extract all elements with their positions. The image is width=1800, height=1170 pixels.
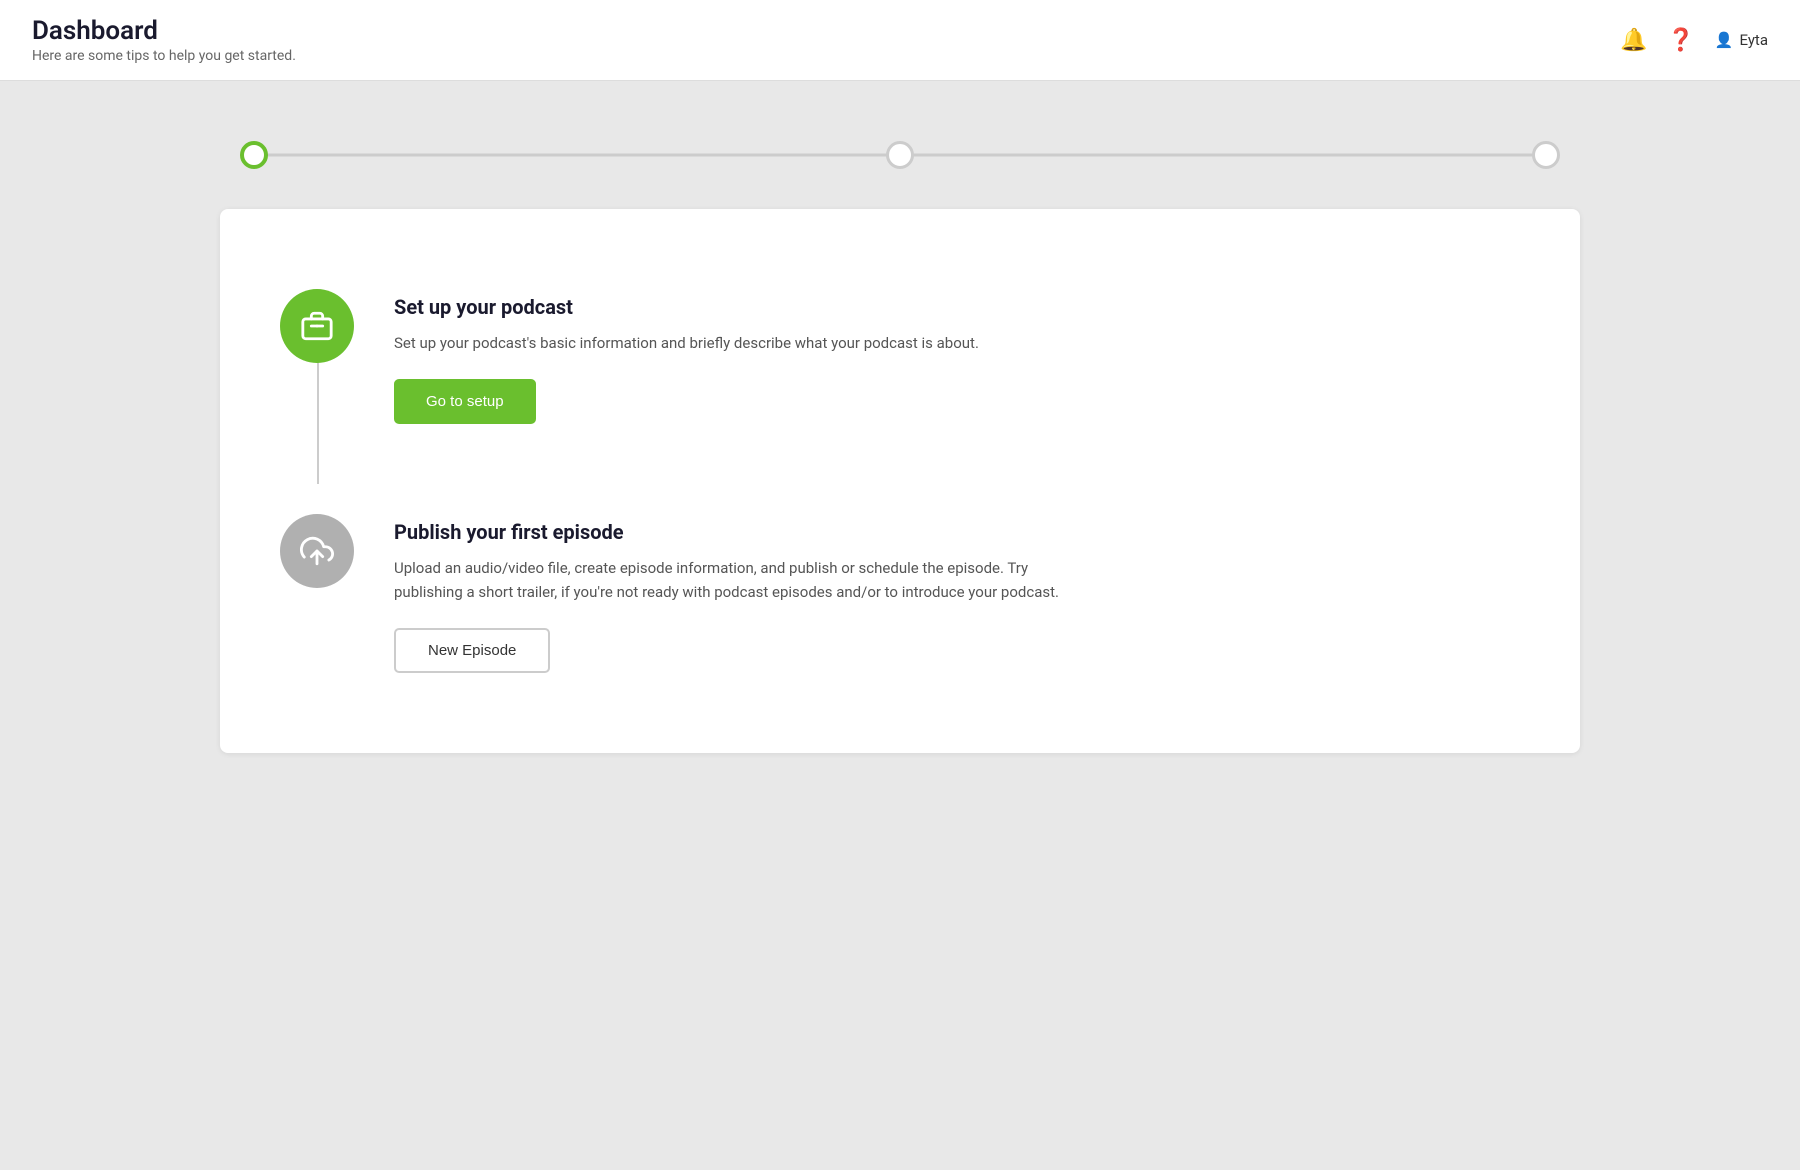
progress-bar xyxy=(220,141,1580,169)
step-circle-3 xyxy=(1532,141,1560,169)
getting-started-card: Set up your podcast Set up your podcast'… xyxy=(220,209,1580,753)
step-spacer xyxy=(280,454,1520,484)
user-name: Eyta xyxy=(1740,31,1769,49)
go-to-setup-button[interactable]: Go to setup xyxy=(394,379,536,424)
publish-title: Publish your first episode xyxy=(394,520,1520,544)
main-content: Set up your podcast Set up your podcast'… xyxy=(0,81,1800,813)
header-left: Dashboard Here are some tips to help you… xyxy=(32,16,296,64)
step-connector xyxy=(317,354,319,484)
header: Dashboard Here are some tips to help you… xyxy=(0,0,1800,81)
help-icon[interactable]: ❓ xyxy=(1667,28,1694,53)
progress-step-3 xyxy=(1532,141,1560,169)
user-icon: 👤 xyxy=(1715,31,1734,49)
progress-step-2 xyxy=(886,141,914,169)
user-menu[interactable]: 👤 Eyta xyxy=(1715,31,1768,49)
progress-step-1 xyxy=(240,141,268,169)
notification-icon[interactable]: 🔔 xyxy=(1620,28,1647,53)
header-right: 🔔 ❓ 👤 Eyta xyxy=(1620,28,1768,53)
publish-icon-circle xyxy=(280,514,354,588)
setup-description: Set up your podcast's basic information … xyxy=(394,331,1074,355)
page-subtitle: Here are some tips to help you get start… xyxy=(32,48,296,64)
setup-content: Set up your podcast Set up your podcast'… xyxy=(394,289,1520,424)
progress-steps xyxy=(240,141,1560,169)
upload-icon xyxy=(300,534,334,568)
publish-content: Publish your first episode Upload an aud… xyxy=(394,514,1520,673)
publish-description: Upload an audio/video file, create episo… xyxy=(394,556,1074,604)
setup-title: Set up your podcast xyxy=(394,295,1520,319)
step-circle-1 xyxy=(240,141,268,169)
setup-icon-circle xyxy=(280,289,354,363)
card-step-publish: Publish your first episode Upload an aud… xyxy=(280,484,1520,703)
page-title: Dashboard xyxy=(32,16,296,46)
briefcase-icon xyxy=(300,309,334,343)
card-step-setup: Set up your podcast Set up your podcast'… xyxy=(280,259,1520,454)
new-episode-button[interactable]: New Episode xyxy=(394,628,550,673)
step-circle-2 xyxy=(886,141,914,169)
